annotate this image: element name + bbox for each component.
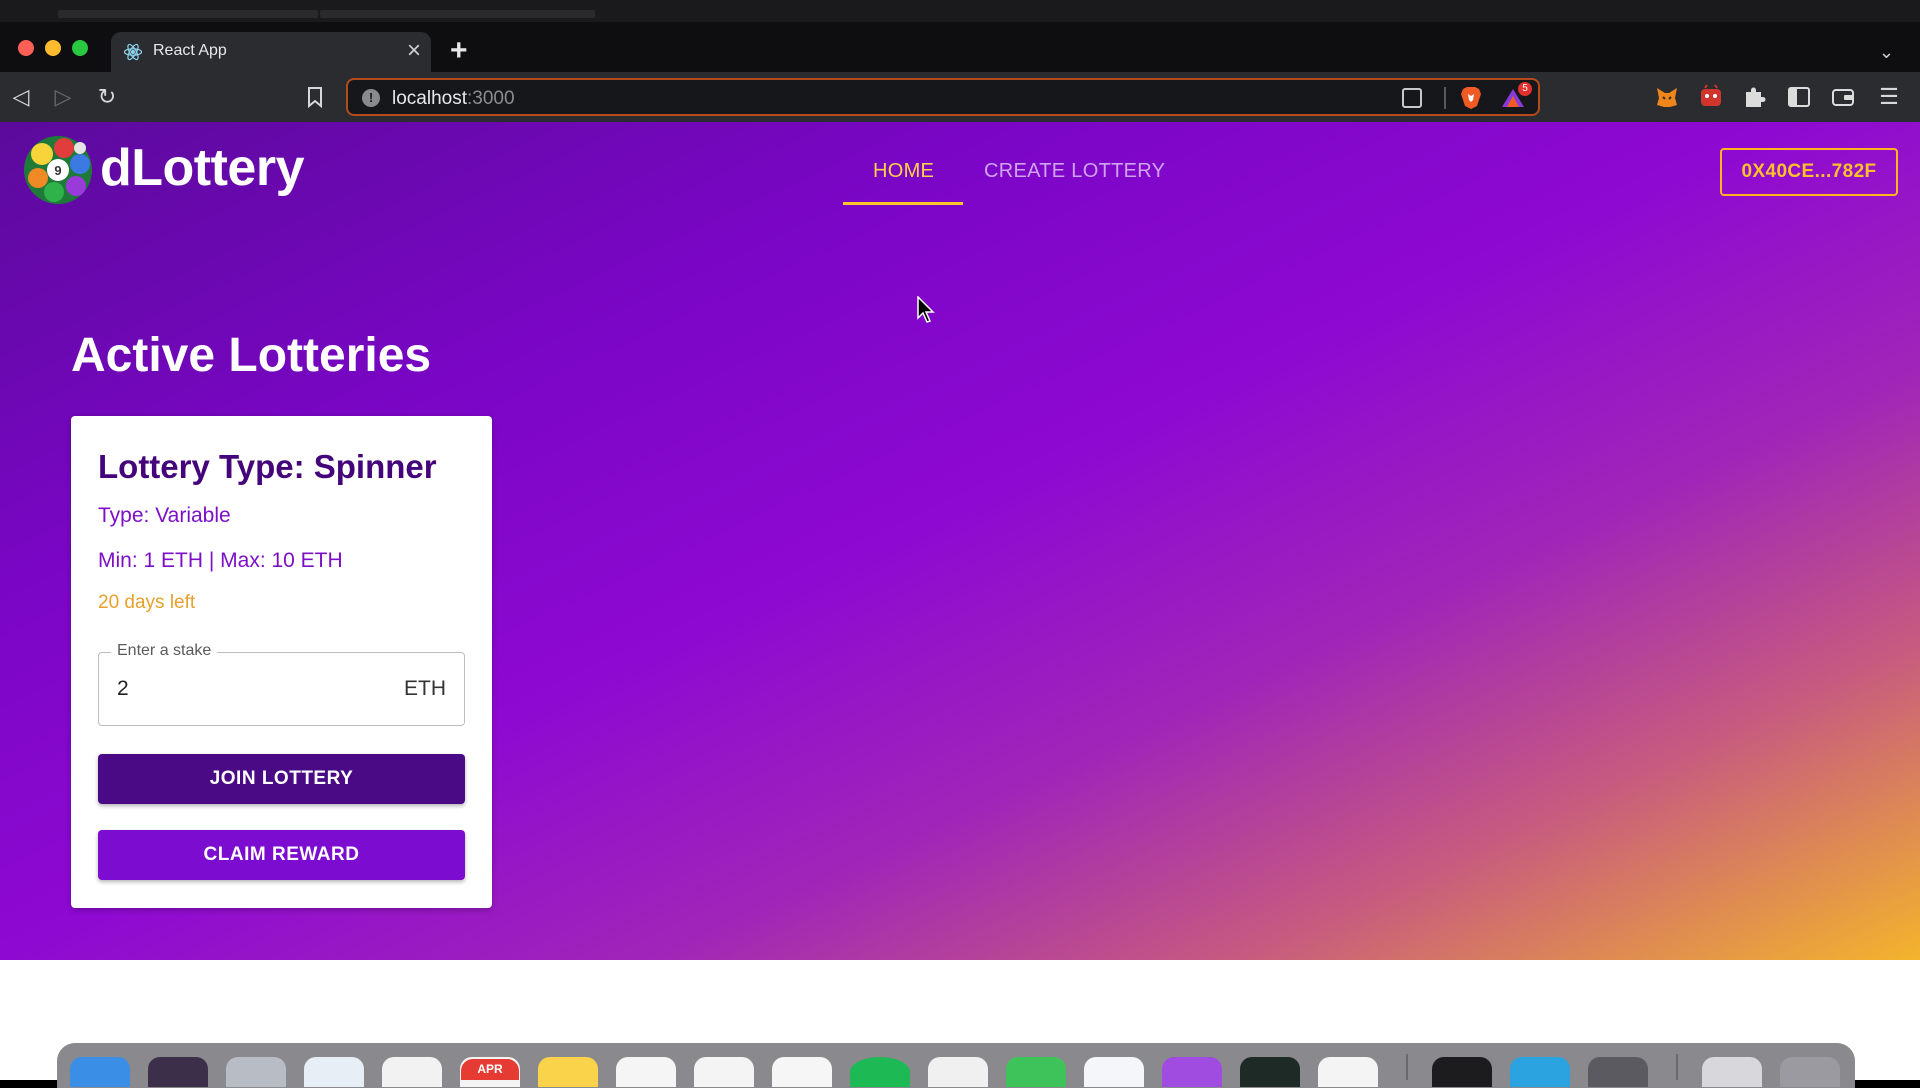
brave-browser-icon[interactable]: [382, 1057, 442, 1087]
url-port: :3000: [467, 88, 515, 109]
trash-icon[interactable]: [1780, 1057, 1840, 1087]
onenote-icon[interactable]: [1318, 1057, 1378, 1087]
minimize-window-button[interactable]: [45, 40, 61, 56]
stake-input-value[interactable]: 2: [117, 677, 129, 701]
url-host: localhost: [392, 88, 467, 109]
lottery-type: Type: Variable: [98, 504, 231, 527]
rewards-badge: 5: [1518, 82, 1532, 96]
whatsapp-icon[interactable]: [1006, 1057, 1066, 1087]
page-title: Active Lotteries: [71, 329, 432, 382]
wallet-address-button[interactable]: 0X40CE...782F: [1720, 148, 1898, 196]
qr-code-icon[interactable]: [1402, 88, 1422, 108]
bookmark-icon[interactable]: [306, 86, 324, 108]
terminal-alt-icon[interactable]: [1240, 1057, 1300, 1087]
stake-unit: ETH: [404, 677, 446, 700]
launchpad-icon[interactable]: [226, 1057, 286, 1087]
extension-red-icon[interactable]: [1698, 84, 1724, 110]
screen-capture-icon[interactable]: [1588, 1057, 1648, 1087]
siri-icon[interactable]: [148, 1057, 208, 1087]
sidebar-toggle-icon[interactable]: [1786, 84, 1812, 110]
browser-toolbar: ◁ ▷ ↻ ! localhost:3000 5 ☰: [0, 72, 1920, 122]
new-tab-button[interactable]: +: [450, 34, 468, 68]
menu-bar-blur: [320, 10, 595, 18]
stake-input-label: Enter a stake: [111, 642, 218, 660]
system-menu-bar: [0, 0, 1920, 22]
safari-icon[interactable]: [304, 1057, 364, 1087]
vscode-icon[interactable]: [1084, 1057, 1144, 1087]
reminders-icon[interactable]: [616, 1057, 676, 1087]
tab-title: React App: [153, 42, 227, 59]
lottery-title: Lottery Type: Spinner: [98, 448, 437, 485]
slack-icon[interactable]: [772, 1057, 832, 1087]
react-icon: [123, 43, 143, 61]
tab-search-chevron-icon[interactable]: ⌄: [1879, 42, 1894, 63]
back-button[interactable]: ◁: [6, 82, 36, 112]
downloads-stack-icon[interactable]: [1702, 1057, 1762, 1087]
brand-title[interactable]: dLottery: [100, 138, 305, 198]
claim-reward-button[interactable]: CLAIM REWARD: [98, 830, 465, 880]
terminal-icon[interactable]: [1432, 1057, 1492, 1087]
close-window-button[interactable]: [18, 40, 34, 56]
browser-tab-active[interactable]: React App ×: [111, 32, 431, 72]
lottery-balls-logo: 9: [24, 136, 92, 204]
podcasts-icon[interactable]: [1162, 1057, 1222, 1087]
address-url[interactable]: localhost:3000: [392, 88, 515, 110]
spotify-icon[interactable]: [850, 1057, 910, 1087]
dock-divider: [1406, 1054, 1408, 1080]
site-info-icon[interactable]: !: [362, 89, 380, 107]
mouse-cursor-icon: [917, 296, 935, 323]
stake-range: Min: 1 ETH | Max: 10 ETH: [98, 549, 343, 572]
extensions-puzzle-icon[interactable]: [1742, 84, 1768, 110]
address-bar-divider: [1444, 87, 1446, 109]
menu-hamburger-icon[interactable]: ☰: [1874, 82, 1904, 112]
forward-button[interactable]: ▷: [48, 82, 78, 112]
maximize-window-button[interactable]: [72, 40, 88, 56]
lottery-card: Lottery Type: Spinner Type: Variable Min…: [71, 416, 492, 908]
web-page: 9 dLottery HOME CREATE LOTTERY 0X40CE...…: [0, 122, 1920, 960]
nav-tab-create-lottery[interactable]: CREATE LOTTERY: [984, 160, 1165, 183]
metamask-icon[interactable]: [1654, 84, 1680, 110]
dock-divider: [1676, 1054, 1678, 1080]
brave-shields-icon[interactable]: [1460, 86, 1482, 110]
active-tab-indicator: [843, 202, 963, 205]
photos-icon[interactable]: [694, 1057, 754, 1087]
telegram-icon[interactable]: [1510, 1057, 1570, 1087]
wallet-icon[interactable]: [1830, 84, 1856, 110]
notes-icon[interactable]: [538, 1057, 598, 1087]
calendar-month-label: APR: [461, 1059, 519, 1080]
stake-input[interactable]: Enter a stake 2 ETH: [98, 642, 465, 726]
nav-tab-home[interactable]: HOME: [873, 160, 934, 183]
svg-text:9: 9: [54, 163, 61, 178]
reload-button[interactable]: ↻: [92, 82, 122, 112]
notion-icon[interactable]: [928, 1057, 988, 1087]
days-left: 20 days left: [98, 592, 196, 613]
menu-bar-blur: [58, 10, 318, 18]
close-tab-icon[interactable]: ×: [407, 38, 421, 64]
join-lottery-button[interactable]: JOIN LOTTERY: [98, 754, 465, 804]
address-bar[interactable]: ! localhost:3000 5: [346, 78, 1540, 116]
finder-icon[interactable]: [70, 1057, 130, 1087]
